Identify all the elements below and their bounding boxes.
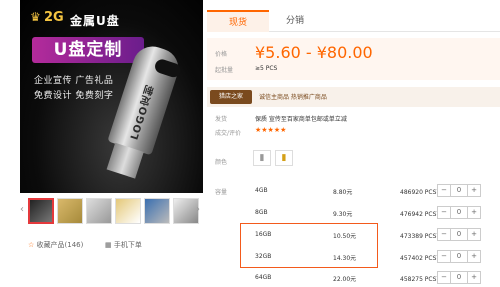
price-label: 价格: [215, 51, 228, 58]
capacity-row-4gb: 4GB 8.80元 486920 PCS可售 − 0 +: [207, 182, 500, 200]
thumbnail-strip: ‹ ›: [20, 198, 203, 226]
gold-usb-icon: ▮: [281, 153, 287, 163]
capacity-size: 4GB: [255, 187, 268, 194]
plus-button[interactable]: +: [468, 185, 480, 196]
thumbnail-5[interactable]: [144, 198, 170, 224]
minus-button[interactable]: −: [438, 207, 450, 218]
shop-badge[interactable]: 猎店之家: [210, 90, 252, 104]
thumb-prev-arrow[interactable]: ‹: [20, 204, 24, 215]
plus-button[interactable]: +: [468, 272, 480, 283]
shipping-value: 保质 宣传至百家商单包邮或单立减: [255, 116, 347, 123]
capacity-size: 64GB: [255, 274, 272, 281]
price-range: ¥5.60 - ¥80.00: [255, 43, 373, 62]
rating-label: 成交/评价: [215, 130, 242, 137]
capacity-row-64gb: 64GB 22.00元 458275 PCS可售 − 0 +: [207, 269, 500, 287]
capacity-size: 8GB: [255, 209, 268, 216]
quantity-input[interactable]: 0: [450, 229, 468, 240]
color-option-gold[interactable]: ▮: [275, 150, 293, 166]
tab-spot[interactable]: 现货: [207, 10, 269, 32]
thumbnail-3[interactable]: [86, 198, 112, 224]
quantity-stepper[interactable]: − 0 +: [437, 184, 481, 197]
moq-value: ≥5 PCS: [255, 65, 278, 72]
thumbnail-4[interactable]: [115, 198, 141, 224]
shipping-label: 发货: [215, 116, 228, 123]
plus-button[interactable]: +: [468, 207, 480, 218]
quantity-stepper[interactable]: − 0 +: [437, 206, 481, 219]
quantity-input[interactable]: 0: [450, 272, 468, 283]
minus-button[interactable]: −: [438, 229, 450, 240]
buy-tabs: 现货 分销: [207, 10, 500, 32]
grid-icon: ▦: [105, 241, 112, 249]
color-label: 颜色: [215, 159, 228, 166]
hero-line1: 金属U盘: [70, 14, 120, 28]
capacity-row-8gb: 8GB 9.30元 476942 PCS可售 − 0 +: [207, 204, 500, 222]
thumb-next-arrow[interactable]: ›: [196, 204, 200, 215]
usb-logo-text: LOGO定制: [129, 83, 158, 142]
capacity-price: 22.00元: [333, 276, 357, 283]
thumbnail-2[interactable]: [57, 198, 83, 224]
hero-sub1: 企业宣传 广告礼品: [34, 76, 114, 86]
quantity-input[interactable]: 0: [450, 251, 468, 262]
price-panel: 价格 ¥5.60 - ¥80.00 起批量 ≥5 PCS: [207, 38, 500, 80]
mobile-order-link[interactable]: ▦ 手机下单: [105, 240, 142, 250]
minus-button[interactable]: −: [438, 251, 450, 262]
minus-button[interactable]: −: [438, 272, 450, 283]
capacity-price: 8.80元: [333, 189, 353, 196]
thumbnail-1[interactable]: [28, 198, 54, 224]
moq-label: 起批量: [215, 67, 234, 74]
silver-usb-icon: ▮: [259, 153, 265, 163]
minus-button[interactable]: −: [438, 185, 450, 196]
hero-sub2: 免费设计 免费刻字: [34, 91, 114, 101]
shop-bar: 猎店之家 诚信主商品 热销推广商品: [207, 87, 500, 107]
quantity-stepper[interactable]: − 0 +: [437, 271, 481, 284]
star-icon: ☆: [28, 241, 35, 249]
tab-distribution[interactable]: 分销: [269, 10, 321, 32]
quantity-input[interactable]: 0: [450, 207, 468, 218]
favorite-link[interactable]: ☆ 收藏产品(146): [28, 240, 83, 250]
rating-stars: ★★★★★: [255, 126, 287, 134]
capacity-badge: 2G: [44, 10, 64, 25]
color-option-silver[interactable]: ▮: [253, 150, 271, 166]
quantity-stepper[interactable]: − 0 +: [437, 228, 481, 241]
product-main-image: ♛ 2G 金属U盘 U盘定制 企业宣传 广告礼品 免费设计 免费刻字 LOGO定…: [20, 0, 203, 193]
plus-button[interactable]: +: [468, 229, 480, 240]
shop-tags: 诚信主商品 热销推广商品: [259, 94, 327, 101]
plus-button[interactable]: +: [468, 251, 480, 262]
highlight-box: [240, 223, 378, 268]
quantity-stepper[interactable]: − 0 +: [437, 250, 481, 263]
capacity-price: 9.30元: [333, 211, 353, 218]
quantity-input[interactable]: 0: [450, 185, 468, 196]
